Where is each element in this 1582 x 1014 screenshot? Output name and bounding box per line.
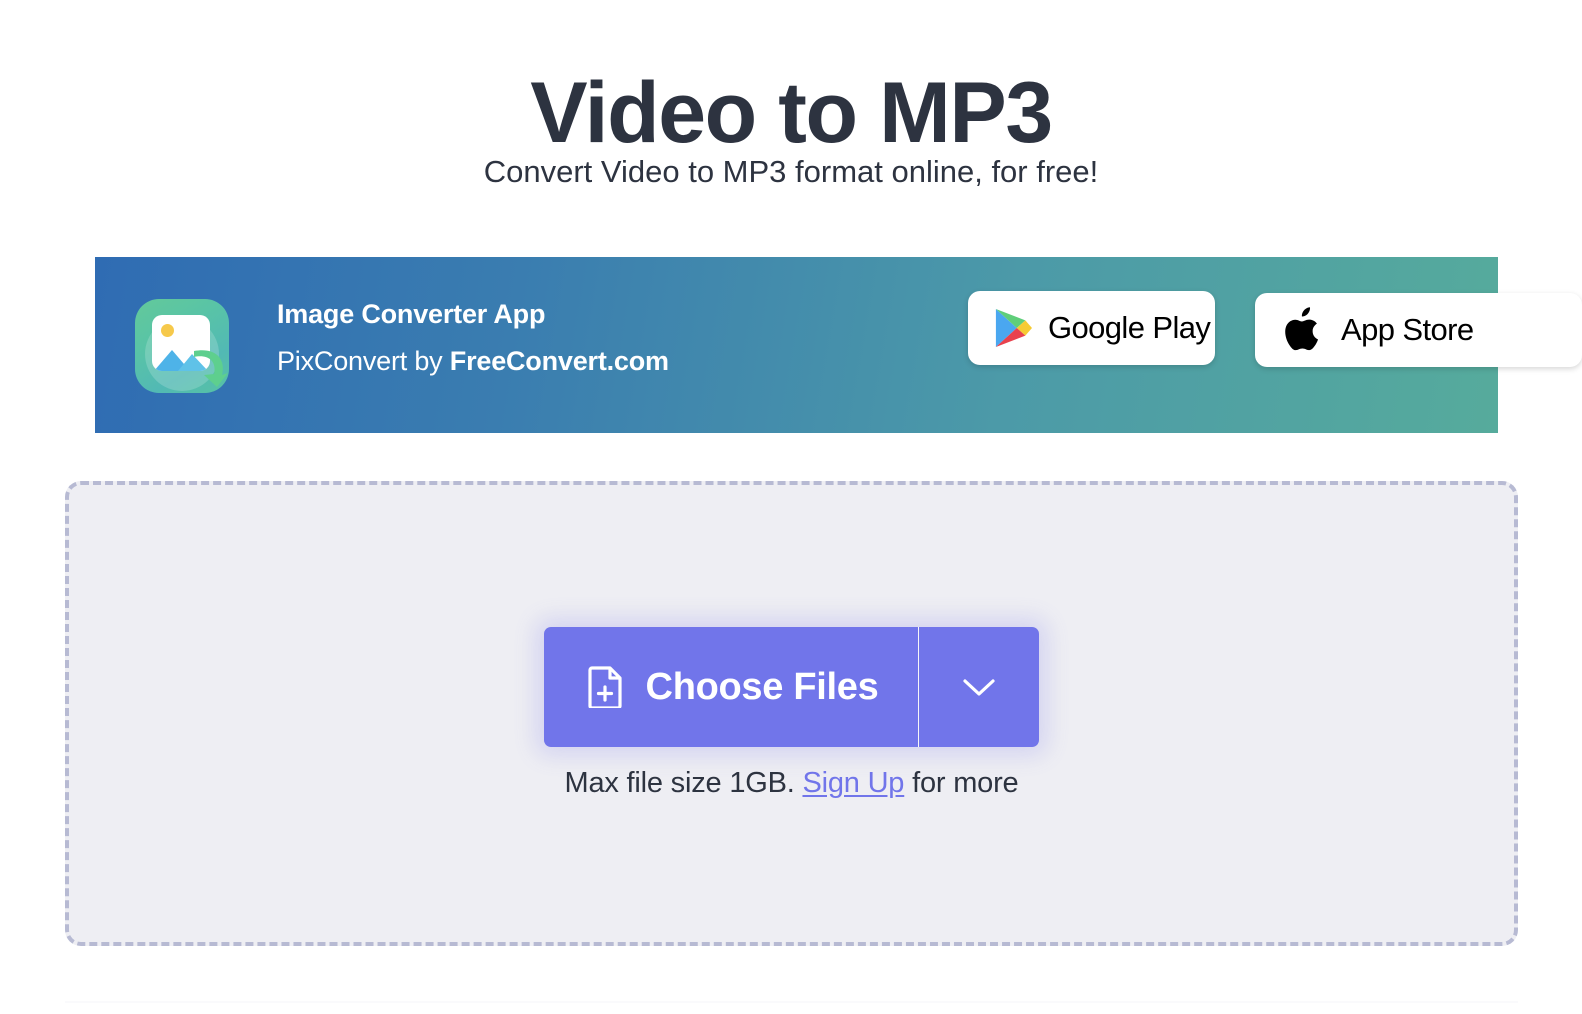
- upload-controls: Choose Files Max file size 1GB. Sign Up …: [69, 627, 1514, 800]
- promo-byline-brand: FreeConvert.com: [449, 346, 669, 376]
- file-dropzone[interactable]: Choose Files Max file size 1GB. Sign Up …: [65, 481, 1518, 946]
- promo-banner[interactable]: Image Converter App PixConvert by FreeCo…: [95, 257, 1582, 433]
- promo-app-name: Image Converter App: [277, 299, 546, 329]
- choose-files-group: Choose Files: [543, 627, 1040, 747]
- image-converter-app-icon: [135, 299, 229, 393]
- hint-suffix: for more: [904, 767, 1019, 799]
- page-subtitle: Convert Video to MP3 format online, for …: [483, 154, 1099, 189]
- google-play-icon: [995, 309, 1032, 347]
- app-store-label: App Store: [1341, 312, 1474, 347]
- promo-byline-prefix: PixConvert by: [277, 346, 450, 376]
- max-file-size-hint: Max file size 1GB. Sign Up for more: [69, 767, 1514, 800]
- apple-icon: [1285, 307, 1319, 351]
- section-divider: [65, 1001, 1518, 1003]
- choose-files-dropdown-button[interactable]: [919, 627, 1040, 747]
- choose-files-button[interactable]: Choose Files: [543, 627, 919, 747]
- promo-byline: PixConvert by FreeConvert.com: [277, 348, 669, 375]
- chevron-down-icon: [963, 679, 996, 696]
- google-play-button[interactable]: Google Play: [968, 291, 1215, 365]
- video-to-mp3-page: Video to MP3 Convert Video to MP3 format…: [0, 0, 1582, 1014]
- google-play-label: Google Play: [1048, 310, 1211, 345]
- hint-prefix: Max file size 1GB.: [564, 767, 803, 799]
- choose-files-label: Choose Files: [645, 665, 879, 708]
- app-store-button[interactable]: App Store: [1255, 293, 1582, 367]
- icon-sun: [161, 324, 174, 337]
- sign-up-link[interactable]: Sign Up: [802, 767, 904, 799]
- promo-text-block: Image Converter App PixConvert by FreeCo…: [277, 301, 669, 375]
- file-plus-icon: [587, 666, 622, 708]
- page-title: Video to MP3: [530, 64, 1053, 161]
- icon-convert-arrow: [194, 350, 228, 387]
